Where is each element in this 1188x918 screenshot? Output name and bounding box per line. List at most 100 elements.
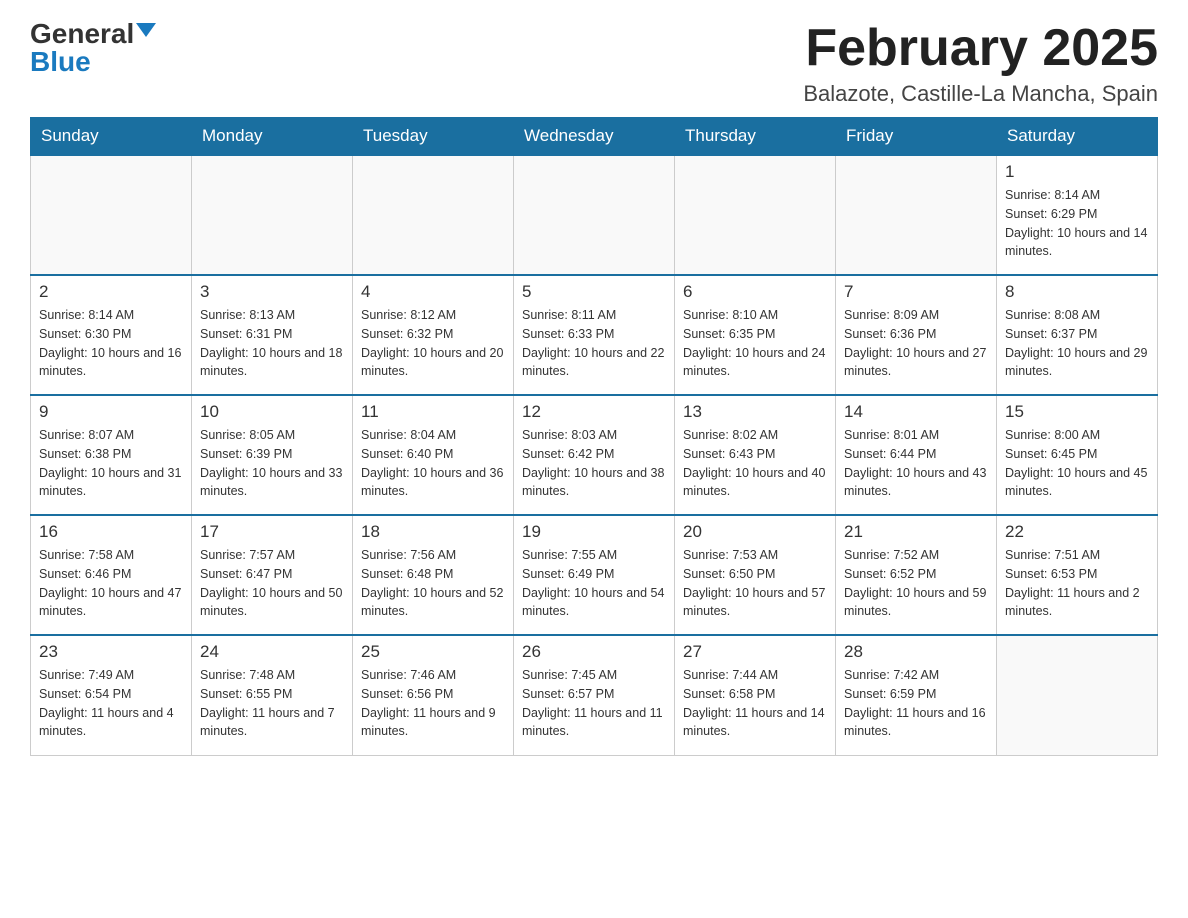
day-info: Sunrise: 7:45 AMSunset: 6:57 PMDaylight:… — [522, 666, 666, 741]
weekday-header-wednesday: Wednesday — [514, 118, 675, 156]
calendar-cell: 22 Sunrise: 7:51 AMSunset: 6:53 PMDayligh… — [997, 515, 1158, 635]
calendar-cell — [675, 155, 836, 275]
day-info: Sunrise: 8:11 AMSunset: 6:33 PMDaylight:… — [522, 306, 666, 381]
day-number: 26 — [522, 642, 666, 662]
day-number: 22 — [1005, 522, 1149, 542]
day-number: 20 — [683, 522, 827, 542]
day-info: Sunrise: 7:44 AMSunset: 6:58 PMDaylight:… — [683, 666, 827, 741]
week-row-2: 2Sunrise: 8:14 AMSunset: 6:30 PMDaylight… — [31, 275, 1158, 395]
calendar-cell: 7 Sunrise: 8:09 AMSunset: 6:36 PMDaylight… — [836, 275, 997, 395]
calendar-cell: 9 Sunrise: 8:07 AMSunset: 6:38 PMDaylight… — [31, 395, 192, 515]
day-number: 9 — [39, 402, 183, 422]
calendar-cell: 10 Sunrise: 8:05 AMSunset: 6:39 PMDayligh… — [192, 395, 353, 515]
calendar-cell: 2Sunrise: 8:14 AMSunset: 6:30 PMDaylight… — [31, 275, 192, 395]
day-number: 27 — [683, 642, 827, 662]
day-info: Sunrise: 7:56 AMSunset: 6:48 PMDaylight:… — [361, 546, 505, 621]
calendar-cell: 17 Sunrise: 7:57 AMSunset: 6:47 PMDayligh… — [192, 515, 353, 635]
day-number: 3 — [200, 282, 344, 302]
calendar-cell: 23 Sunrise: 7:49 AMSunset: 6:54 PMDayligh… — [31, 635, 192, 755]
calendar-cell — [836, 155, 997, 275]
weekday-header-friday: Friday — [836, 118, 997, 156]
calendar-cell: 3 Sunrise: 8:13 AMSunset: 6:31 PMDaylight… — [192, 275, 353, 395]
calendar-cell — [997, 635, 1158, 755]
week-row-5: 23 Sunrise: 7:49 AMSunset: 6:54 PMDayligh… — [31, 635, 1158, 755]
calendar-cell: 1 Sunrise: 8:14 AMSunset: 6:29 PMDaylight… — [997, 155, 1158, 275]
day-info: Sunrise: 8:00 AMSunset: 6:45 PMDaylight:… — [1005, 426, 1149, 501]
day-info: Sunrise: 7:46 AMSunset: 6:56 PMDaylight:… — [361, 666, 505, 741]
day-number: 10 — [200, 402, 344, 422]
month-title: February 2025 — [803, 20, 1158, 77]
day-info: Sunrise: 7:58 AMSunset: 6:46 PMDaylight:… — [39, 546, 183, 621]
calendar-cell: 28 Sunrise: 7:42 AMSunset: 6:59 PMDayligh… — [836, 635, 997, 755]
calendar-cell: 27 Sunrise: 7:44 AMSunset: 6:58 PMDayligh… — [675, 635, 836, 755]
weekday-header-saturday: Saturday — [997, 118, 1158, 156]
calendar-cell: 8 Sunrise: 8:08 AMSunset: 6:37 PMDaylight… — [997, 275, 1158, 395]
day-info: Sunrise: 8:08 AMSunset: 6:37 PMDaylight:… — [1005, 306, 1149, 381]
title-section: February 2025 Balazote, Castille-La Manc… — [803, 20, 1158, 107]
day-info: Sunrise: 7:42 AMSunset: 6:59 PMDaylight:… — [844, 666, 988, 741]
day-number: 4 — [361, 282, 505, 302]
day-info: Sunrise: 8:04 AMSunset: 6:40 PMDaylight:… — [361, 426, 505, 501]
day-info: Sunrise: 8:05 AMSunset: 6:39 PMDaylight:… — [200, 426, 344, 501]
day-number: 23 — [39, 642, 183, 662]
day-info: Sunrise: 8:12 AMSunset: 6:32 PMDaylight:… — [361, 306, 505, 381]
weekday-header-thursday: Thursday — [675, 118, 836, 156]
calendar-cell: 14Sunrise: 8:01 AMSunset: 6:44 PMDayligh… — [836, 395, 997, 515]
calendar-cell — [353, 155, 514, 275]
calendar-cell: 20Sunrise: 7:53 AMSunset: 6:50 PMDayligh… — [675, 515, 836, 635]
day-number: 15 — [1005, 402, 1149, 422]
calendar-cell: 25 Sunrise: 7:46 AMSunset: 6:56 PMDayligh… — [353, 635, 514, 755]
day-info: Sunrise: 7:57 AMSunset: 6:47 PMDaylight:… — [200, 546, 344, 621]
day-info: Sunrise: 8:14 AMSunset: 6:29 PMDaylight:… — [1005, 186, 1149, 261]
day-info: Sunrise: 8:10 AMSunset: 6:35 PMDaylight:… — [683, 306, 827, 381]
day-info: Sunrise: 7:51 AMSunset: 6:53 PMDaylight:… — [1005, 546, 1149, 621]
calendar-cell: 21Sunrise: 7:52 AMSunset: 6:52 PMDayligh… — [836, 515, 997, 635]
calendar-cell: 26 Sunrise: 7:45 AMSunset: 6:57 PMDayligh… — [514, 635, 675, 755]
day-number: 28 — [844, 642, 988, 662]
calendar-cell — [31, 155, 192, 275]
weekday-header-sunday: Sunday — [31, 118, 192, 156]
day-number: 19 — [522, 522, 666, 542]
day-info: Sunrise: 8:09 AMSunset: 6:36 PMDaylight:… — [844, 306, 988, 381]
calendar-cell — [192, 155, 353, 275]
calendar-cell: 24Sunrise: 7:48 AMSunset: 6:55 PMDayligh… — [192, 635, 353, 755]
logo-general: General — [30, 20, 134, 48]
day-number: 14 — [844, 402, 988, 422]
calendar-cell: 19 Sunrise: 7:55 AMSunset: 6:49 PMDayligh… — [514, 515, 675, 635]
day-number: 8 — [1005, 282, 1149, 302]
calendar-cell: 15 Sunrise: 8:00 AMSunset: 6:45 PMDayligh… — [997, 395, 1158, 515]
calendar-table: SundayMondayTuesdayWednesdayThursdayFrid… — [30, 117, 1158, 756]
calendar-cell: 12 Sunrise: 8:03 AMSunset: 6:42 PMDayligh… — [514, 395, 675, 515]
week-row-3: 9 Sunrise: 8:07 AMSunset: 6:38 PMDaylight… — [31, 395, 1158, 515]
logo-blue: Blue — [30, 48, 91, 76]
logo: General Blue — [30, 20, 156, 76]
calendar-cell: 16Sunrise: 7:58 AMSunset: 6:46 PMDayligh… — [31, 515, 192, 635]
week-row-4: 16Sunrise: 7:58 AMSunset: 6:46 PMDayligh… — [31, 515, 1158, 635]
calendar-cell — [514, 155, 675, 275]
day-number: 12 — [522, 402, 666, 422]
day-number: 2 — [39, 282, 183, 302]
day-info: Sunrise: 8:13 AMSunset: 6:31 PMDaylight:… — [200, 306, 344, 381]
day-info: Sunrise: 8:02 AMSunset: 6:43 PMDaylight:… — [683, 426, 827, 501]
day-number: 18 — [361, 522, 505, 542]
day-number: 1 — [1005, 162, 1149, 182]
day-number: 7 — [844, 282, 988, 302]
day-info: Sunrise: 8:03 AMSunset: 6:42 PMDaylight:… — [522, 426, 666, 501]
day-info: Sunrise: 7:55 AMSunset: 6:49 PMDaylight:… — [522, 546, 666, 621]
calendar-cell: 11Sunrise: 8:04 AMSunset: 6:40 PMDayligh… — [353, 395, 514, 515]
day-info: Sunrise: 7:49 AMSunset: 6:54 PMDaylight:… — [39, 666, 183, 741]
day-info: Sunrise: 7:52 AMSunset: 6:52 PMDaylight:… — [844, 546, 988, 621]
location: Balazote, Castille-La Mancha, Spain — [803, 81, 1158, 107]
calendar-cell: 18 Sunrise: 7:56 AMSunset: 6:48 PMDayligh… — [353, 515, 514, 635]
day-number: 25 — [361, 642, 505, 662]
day-number: 24 — [200, 642, 344, 662]
day-info: Sunrise: 8:07 AMSunset: 6:38 PMDaylight:… — [39, 426, 183, 501]
day-number: 17 — [200, 522, 344, 542]
calendar-cell: 4 Sunrise: 8:12 AMSunset: 6:32 PMDaylight… — [353, 275, 514, 395]
calendar-cell: 13Sunrise: 8:02 AMSunset: 6:43 PMDayligh… — [675, 395, 836, 515]
calendar-header-row: SundayMondayTuesdayWednesdayThursdayFrid… — [31, 118, 1158, 156]
calendar-cell: 5 Sunrise: 8:11 AMSunset: 6:33 PMDaylight… — [514, 275, 675, 395]
page-header: General Blue February 2025 Balazote, Cas… — [30, 20, 1158, 107]
calendar-cell: 6Sunrise: 8:10 AMSunset: 6:35 PMDaylight… — [675, 275, 836, 395]
day-number: 5 — [522, 282, 666, 302]
